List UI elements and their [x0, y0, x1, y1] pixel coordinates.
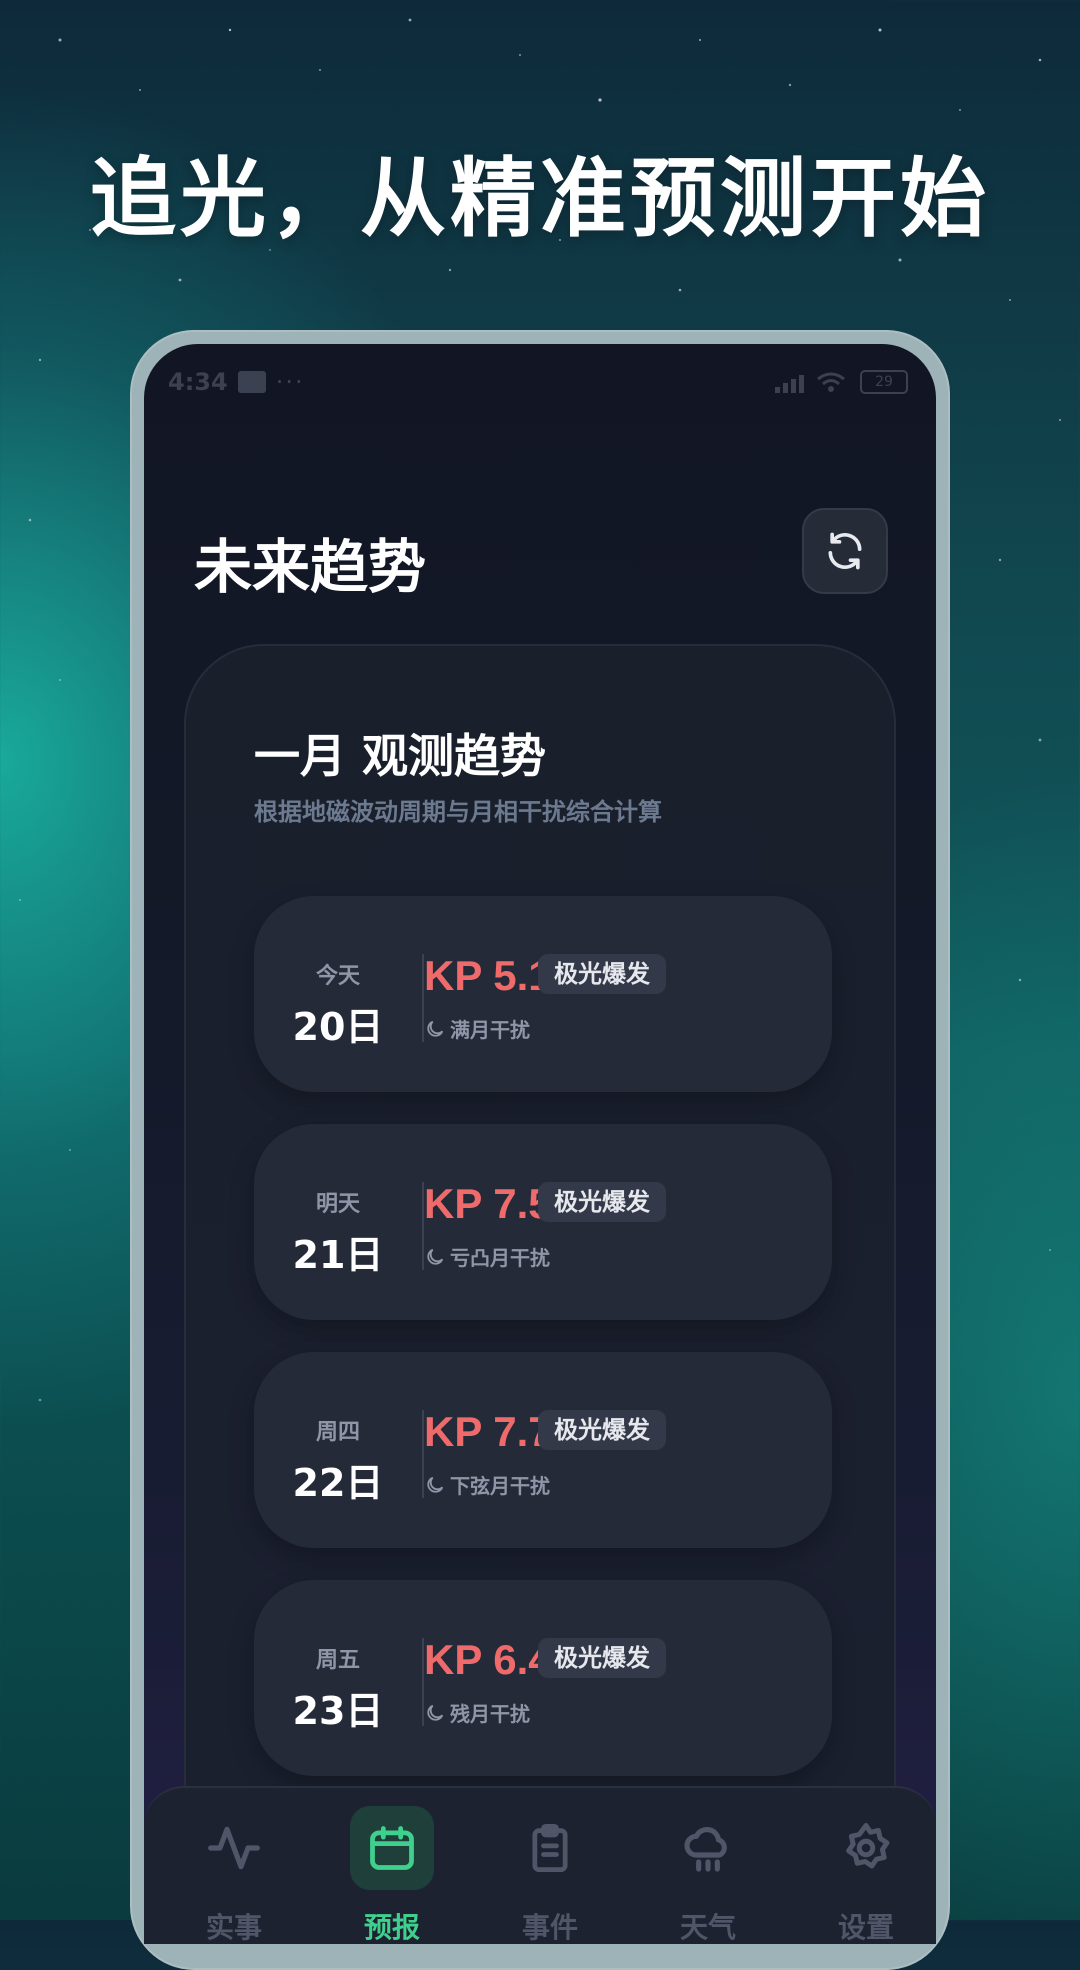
status-bar: 4:34 ··· 29: [168, 364, 908, 400]
tab-realtime[interactable]: 实事: [174, 1806, 294, 1944]
bottom-tab-bar: 实事 预报 事件 天气 设置: [144, 1786, 936, 1944]
wifi-icon: [817, 372, 845, 392]
moon-phase-note: 残月干扰: [424, 1698, 530, 1727]
tab-icon-wrap: [824, 1806, 908, 1890]
status-time: 4:34: [168, 368, 228, 396]
moon-phase-label: 下弦月干扰: [450, 1474, 550, 1498]
moon-icon: [427, 1704, 444, 1721]
tab-settings[interactable]: 设置: [806, 1806, 926, 1944]
moon-icon: [427, 1476, 444, 1493]
aurora-status-badge: 极光爆发: [538, 1410, 666, 1450]
aurora-status-badge: 极光爆发: [538, 1182, 666, 1222]
tab-label: 预报: [363, 1911, 420, 1944]
tab-icon-wrap: [192, 1806, 276, 1890]
tab-label: 事件: [521, 1911, 578, 1944]
forecast-day-row[interactable]: 周五 23日 KP 6.4 极光爆发 残月干扰: [254, 1580, 832, 1776]
more-notifications-icon: ···: [275, 368, 305, 396]
tab-label: 天气: [679, 1911, 736, 1944]
kp-value: KP 7.7: [424, 1408, 552, 1455]
moon-phase-label: 满月干扰: [450, 1018, 530, 1042]
kp-value: KP 5.1: [424, 952, 552, 999]
cloud-rain-icon: [684, 1827, 727, 1872]
day-weekday: 周五: [315, 1648, 360, 1673]
day-weekday: 周四: [315, 1420, 360, 1445]
gear-icon: [846, 1823, 890, 1869]
trend-card-title: 一月 观测趋势: [254, 729, 547, 783]
kp-value: KP 7.5: [424, 1180, 552, 1227]
moon-phase-label: 亏凸月干扰: [450, 1246, 550, 1270]
kp-value: KP 6.4: [424, 1636, 552, 1683]
app-screen: 4:34 ··· 29 未来趋势 一月 观测趋势 根据地磁波动周期与月相干扰综合…: [144, 344, 936, 1944]
aurora-status-badge: 极光爆发: [538, 954, 666, 994]
calendar-icon: [370, 1826, 414, 1870]
trend-card-subtitle: 根据地磁波动周期与月相干扰综合计算: [254, 798, 662, 826]
tab-icon-wrap: [666, 1806, 750, 1890]
day-date: 22日: [292, 1461, 384, 1505]
tab-icon-wrap: [508, 1806, 592, 1890]
day-date: 21日: [292, 1233, 384, 1277]
day-date: 20日: [292, 1005, 384, 1049]
battery-icon: 29: [860, 370, 908, 394]
moon-phase-note: 亏凸月干扰: [424, 1242, 550, 1271]
clipboard-icon: [532, 1823, 568, 1873]
aurora-status-badge: 极光爆发: [538, 1638, 666, 1678]
tab-icon-wrap: [350, 1806, 434, 1890]
pulse-icon: [208, 1826, 260, 1870]
moon-icon: [427, 1020, 444, 1037]
refresh-button[interactable]: [802, 508, 888, 594]
moon-phase-label: 残月干扰: [450, 1702, 530, 1726]
day-date: 23日: [292, 1689, 384, 1733]
tab-events[interactable]: 事件: [490, 1806, 610, 1944]
page-title: 未来趋势: [194, 533, 427, 601]
tab-weather[interactable]: 天气: [648, 1806, 768, 1944]
tab-label: 设置: [837, 1911, 894, 1944]
message-icon: [237, 371, 266, 393]
day-weekday: 明天: [315, 1192, 360, 1217]
moon-phase-note: 下弦月干扰: [424, 1470, 550, 1499]
tab-forecast[interactable]: 预报: [332, 1806, 452, 1944]
refresh-icon: [828, 532, 862, 570]
forecast-day-row[interactable]: 今天 20日 KP 5.1 极光爆发 满月干扰: [254, 896, 832, 1092]
signal-icon: [775, 371, 804, 393]
tab-label: 实事: [205, 1911, 262, 1944]
moon-phase-note: 满月干扰: [424, 1014, 530, 1043]
day-weekday: 今天: [315, 964, 360, 989]
promo-headline: 追光，从精准预测开始: [90, 149, 990, 249]
moon-icon: [427, 1248, 444, 1265]
forecast-day-row[interactable]: 周四 22日 KP 7.7 极光爆发 下弦月干扰: [254, 1352, 832, 1548]
trend-card: 一月 观测趋势 根据地磁波动周期与月相干扰综合计算 今天 20日 KP 5.1 …: [184, 644, 896, 1944]
forecast-day-row[interactable]: 明天 21日 KP 7.5 极光爆发 亏凸月干扰: [254, 1124, 832, 1320]
